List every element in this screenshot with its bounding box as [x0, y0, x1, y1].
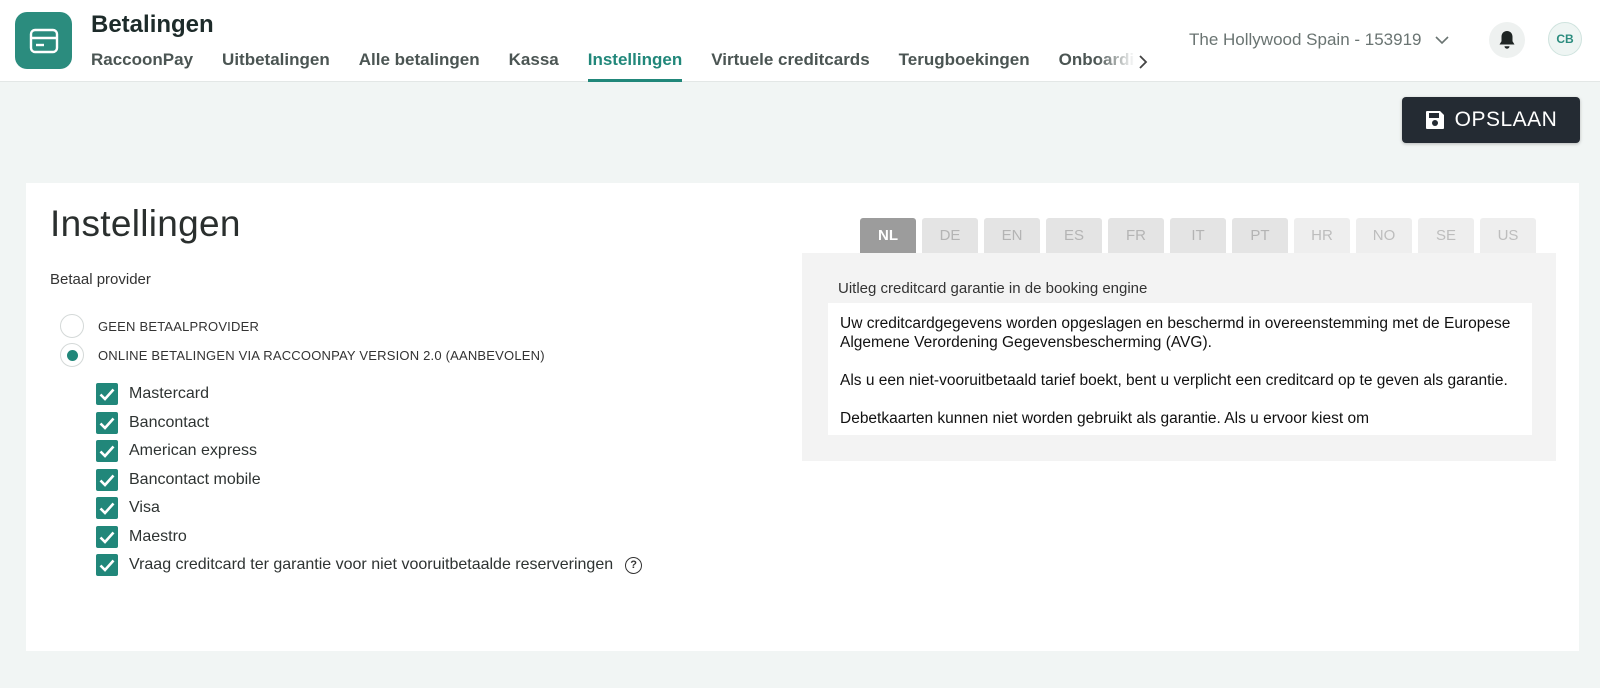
provider-label: Betaal provider [50, 271, 151, 288]
checkmark-icon[interactable] [96, 497, 118, 519]
lang-tab-fr[interactable]: FR [1108, 218, 1164, 253]
checkbox-label: Maestro [129, 528, 187, 545]
checkmark-icon[interactable] [96, 412, 118, 434]
checkmark-icon[interactable] [96, 554, 118, 576]
tab-alle-betalingen[interactable]: Alle betalingen [359, 50, 480, 82]
save-button[interactable]: OPSLAAN [1402, 97, 1580, 143]
lang-tab-hr[interactable]: HR [1294, 218, 1350, 253]
lang-tab-no[interactable]: NO [1356, 218, 1412, 253]
page-title: Instellingen [50, 203, 241, 244]
tab-instellingen[interactable]: Instellingen [587, 50, 683, 82]
lang-tab-nl[interactable]: NL [860, 218, 916, 253]
lang-tab-us[interactable]: US [1480, 218, 1536, 253]
floppy-disk-icon [1425, 110, 1445, 130]
checkbox-maestro[interactable]: Maestro [96, 526, 187, 548]
main-tabs: RaccoonPay Uitbetalingen Alle betalingen… [91, 50, 1135, 82]
lang-tab-en[interactable]: EN [984, 218, 1040, 253]
app-title: Betalingen [91, 11, 214, 38]
language-tabs: NL DE EN ES FR IT PT HR NO SE US [860, 218, 1542, 253]
explanation-paragraph: Als u een niet-vooruitbetaald tarief boe… [840, 372, 1508, 389]
lang-tab-it[interactable]: IT [1170, 218, 1226, 253]
tab-virtuele-creditcards[interactable]: Virtuele creditcards [711, 50, 869, 82]
bell-icon[interactable] [1489, 22, 1525, 58]
radio-button[interactable] [60, 314, 84, 338]
checkbox-visa[interactable]: Visa [96, 497, 160, 519]
lang-tab-pt[interactable]: PT [1232, 218, 1288, 253]
checkbox-label: Visa [129, 499, 160, 516]
checkbox-label: American express [129, 442, 258, 459]
tab-onboarding[interactable]: Onboarding [1059, 50, 1135, 82]
avatar[interactable]: CB [1548, 22, 1582, 56]
radio-button[interactable] [60, 343, 84, 367]
checkmark-icon[interactable] [96, 526, 118, 548]
lang-tab-se[interactable]: SE [1418, 218, 1474, 253]
save-button-label: OPSLAAN [1454, 108, 1558, 131]
radio-raccoonpay[interactable]: ONLINE BETALINGEN VIA RACCOONPAY VERSION… [60, 343, 545, 367]
checkbox-label: Mastercard [129, 385, 210, 402]
radio-label: GEEN BETAALPROVIDER [98, 318, 260, 334]
checkbox-creditcard-guarantee[interactable]: Vraag creditcard ter garantie voor niet … [96, 554, 643, 576]
credit-card-icon[interactable] [15, 12, 72, 69]
explanation-paragraph: Debetkaarten kunnen niet worden gebruikt… [840, 410, 1370, 427]
app-header: Betalingen RaccoonPay Uitbetalingen Alle… [0, 0, 1600, 82]
checkbox-label: Bancontact [129, 414, 210, 431]
checkbox-bancontact[interactable]: Bancontact [96, 412, 209, 434]
checkbox-label: Bancontact mobile [129, 471, 261, 488]
radio-label: ONLINE BETALINGEN VIA RACCOONPAY VERSION… [98, 347, 545, 363]
checkbox-mastercard[interactable]: Mastercard [96, 383, 209, 405]
checkbox-american-express[interactable]: American express [96, 440, 257, 462]
property-name: The Hollywood Spain - 153919 [1189, 30, 1422, 49]
explanation-label: Uitleg creditcard garantie in de booking… [838, 280, 1148, 297]
help-icon[interactable]: ? [625, 556, 643, 574]
checkmark-icon[interactable] [96, 469, 118, 491]
property-select[interactable]: The Hollywood Spain - 153919 [1189, 30, 1450, 50]
explanation-textarea[interactable]: Uw creditcardgegevens worden opgeslagen … [828, 303, 1532, 435]
tab-kassa[interactable]: Kassa [509, 50, 559, 82]
explanation-paragraph: Uw creditcardgegevens worden opgeslagen … [840, 315, 1514, 351]
chevron-right-icon[interactable] [1134, 52, 1152, 72]
explanation-panel: Uitleg creditcard garantie in de booking… [802, 253, 1556, 461]
checkbox-bancontact-mobile[interactable]: Bancontact mobile [96, 469, 261, 491]
settings-card: Instellingen Betaal provider GEEN BETAAL… [26, 183, 1579, 651]
tab-uitbetalingen[interactable]: Uitbetalingen [222, 50, 330, 82]
checkbox-label: Vraag creditcard ter garantie voor niet … [129, 556, 614, 573]
chevron-down-icon [1435, 35, 1450, 45]
lang-tab-de[interactable]: DE [922, 218, 978, 253]
checkmark-icon[interactable] [96, 440, 118, 462]
tab-terugboekingen[interactable]: Terugboekingen [899, 50, 1030, 82]
checkmark-icon[interactable] [96, 383, 118, 405]
lang-tab-es[interactable]: ES [1046, 218, 1102, 253]
tab-raccoonpay[interactable]: RaccoonPay [91, 50, 193, 82]
radio-no-provider[interactable]: GEEN BETAALPROVIDER [60, 314, 259, 338]
